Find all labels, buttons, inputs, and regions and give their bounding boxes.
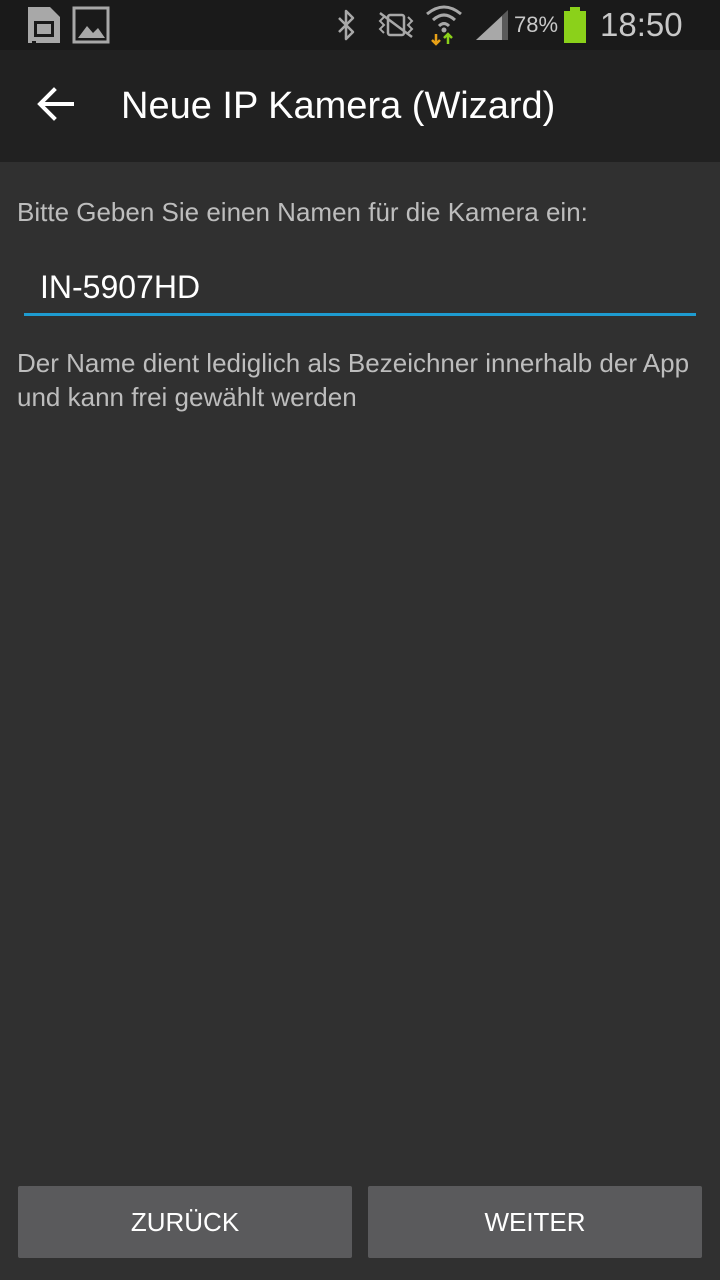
battery-percent: 78%	[514, 12, 559, 37]
app-bar: Neue IP Kamera (Wizard)	[0, 50, 720, 162]
name-help-text: Der Name dient lediglich als Bezeichner …	[17, 348, 690, 412]
clock: 18:50	[600, 6, 683, 43]
camera-name-input[interactable]	[24, 262, 696, 316]
battery-icon	[562, 0, 588, 50]
bluetooth-icon	[334, 0, 358, 50]
image-icon	[72, 0, 110, 50]
sim-card-icon	[26, 0, 62, 50]
arrow-back-icon	[36, 86, 76, 127]
back-step-button[interactable]: ZURÜCK	[18, 1186, 352, 1258]
status-bar: 78% 18:50	[0, 0, 720, 50]
page-title: Neue IP Kamera (Wizard)	[121, 84, 556, 127]
name-prompt-label: Bitte Geben Sie einen Namen für die Kame…	[17, 197, 588, 227]
next-button[interactable]: WEITER	[368, 1186, 702, 1258]
vibrate-icon	[376, 0, 416, 50]
back-button[interactable]	[20, 76, 92, 136]
wifi-data-icon	[424, 0, 464, 50]
signal-icon	[474, 0, 510, 50]
